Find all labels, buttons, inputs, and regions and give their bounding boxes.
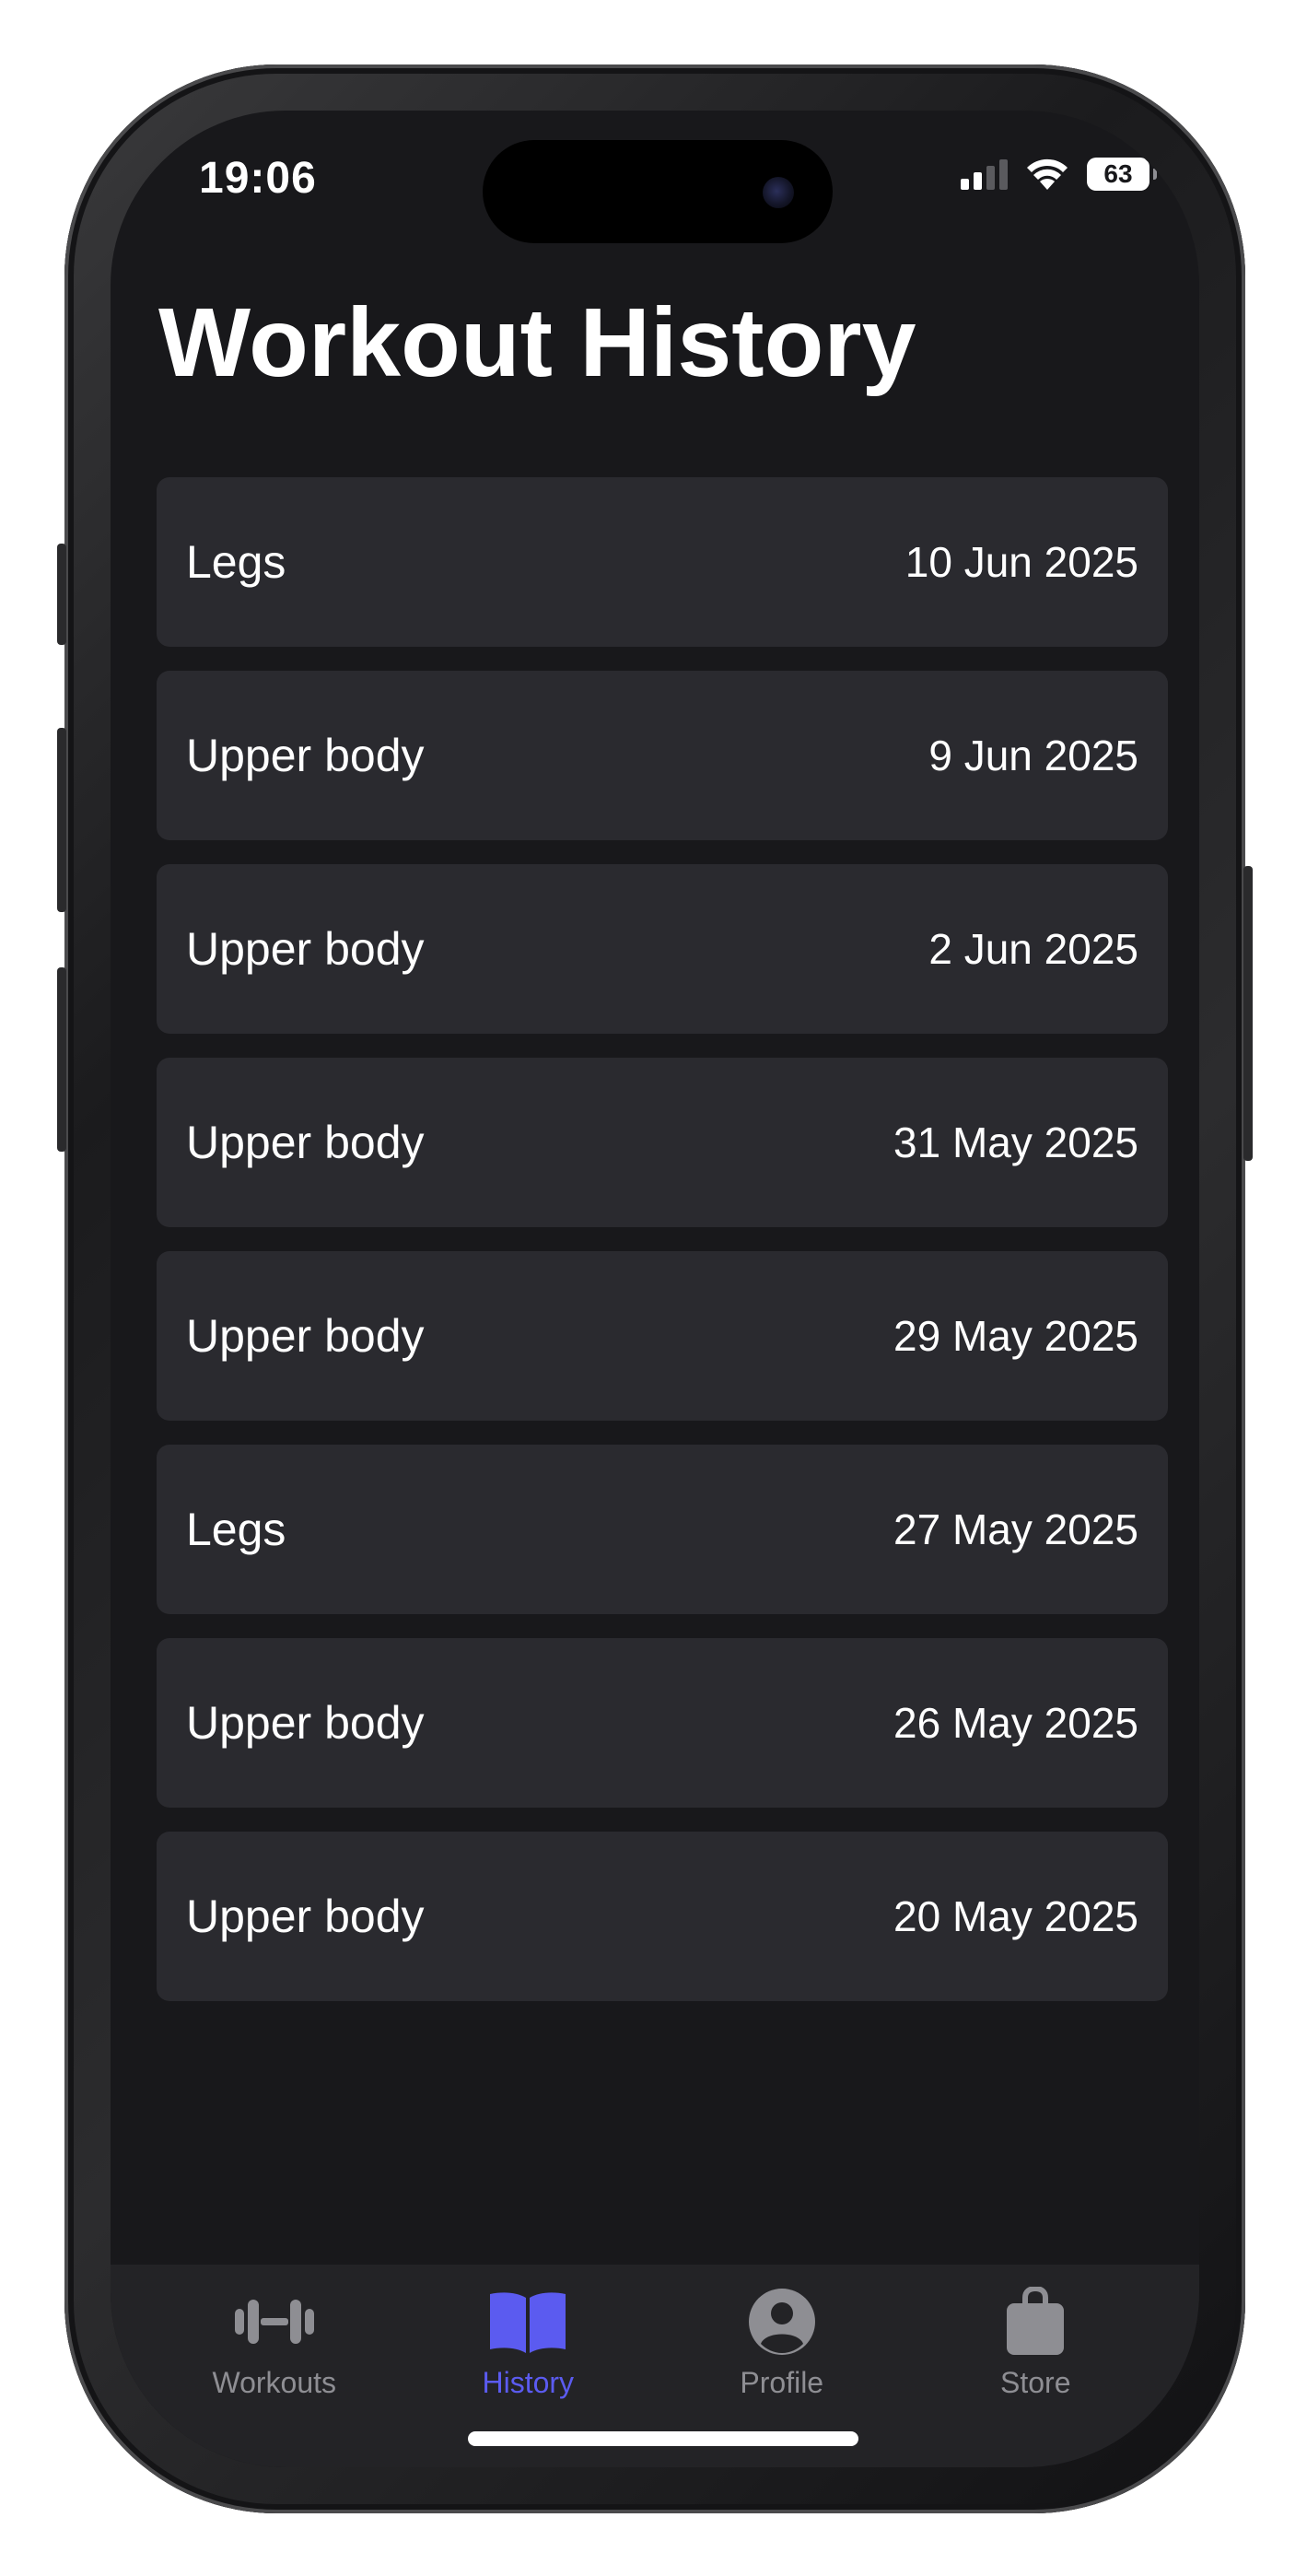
action-button: [57, 544, 66, 645]
workout-history-list: Legs 10 Jun 2025 Upper body 9 Jun 2025 U…: [157, 477, 1168, 2001]
workout-history-row[interactable]: Upper body 9 Jun 2025: [157, 671, 1168, 840]
tab-label: Store: [1000, 2366, 1071, 2399]
workout-name: Upper body: [186, 1117, 425, 1168]
volume-up-button: [57, 728, 66, 912]
status-indicators: 63: [961, 157, 1157, 192]
power-button: [1243, 866, 1253, 1161]
workout-date: 26 May 2025: [893, 1699, 1138, 1747]
dumbbell-icon: [233, 2285, 316, 2359]
dynamic-island: [483, 140, 833, 243]
front-camera-icon: [763, 177, 794, 208]
workout-history-row[interactable]: Upper body 31 May 2025: [157, 1058, 1168, 1227]
workout-date: 10 Jun 2025: [904, 538, 1138, 586]
status-bar: 19:06 63: [111, 111, 1199, 249]
workout-name: Upper body: [186, 730, 425, 781]
book-icon: [486, 2285, 569, 2359]
workout-date: 31 May 2025: [893, 1118, 1138, 1166]
battery-level: 63: [1103, 159, 1133, 188]
workout-history-row[interactable]: Upper body 26 May 2025: [157, 1638, 1168, 1808]
workout-history-row[interactable]: Upper body 29 May 2025: [157, 1251, 1168, 1421]
workout-name: Upper body: [186, 923, 425, 975]
workout-date: 27 May 2025: [893, 1505, 1138, 1553]
status-time: 19:06: [199, 154, 317, 203]
workout-date: 20 May 2025: [893, 1892, 1138, 1940]
home-indicator[interactable]: [468, 2431, 858, 2446]
workout-date: 29 May 2025: [893, 1312, 1138, 1360]
cellular-signal-icon: [961, 158, 1008, 190]
workout-date: 2 Jun 2025: [928, 925, 1138, 973]
workout-name: Upper body: [186, 1310, 425, 1362]
workout-name: Upper body: [186, 1697, 425, 1749]
wifi-icon: [1027, 158, 1068, 190]
workout-history-row[interactable]: Upper body 20 May 2025: [157, 1832, 1168, 2001]
tab-store[interactable]: Store: [934, 2265, 1137, 2467]
workout-history-row[interactable]: Legs 27 May 2025: [157, 1445, 1168, 1614]
tab-label: Workouts: [212, 2366, 337, 2399]
workout-date: 9 Jun 2025: [928, 732, 1138, 779]
volume-down-button: [57, 967, 66, 1152]
workout-name: Legs: [186, 1504, 286, 1555]
workout-name: Upper body: [186, 1891, 425, 1942]
tab-label: Profile: [740, 2366, 824, 2399]
app-screen: 19:06 63 Workout History Legs 10 Jun 202…: [111, 111, 1199, 2467]
tab-label: History: [482, 2366, 575, 2399]
battery-icon: 63: [1087, 158, 1157, 191]
workout-history-row[interactable]: Upper body 2 Jun 2025: [157, 864, 1168, 1034]
workout-history-row[interactable]: Legs 10 Jun 2025: [157, 477, 1168, 647]
tab-workouts[interactable]: Workouts: [173, 2265, 376, 2467]
person-circle-icon: [741, 2285, 823, 2359]
page-title: Workout History: [158, 288, 916, 397]
workout-name: Legs: [186, 536, 286, 588]
shopping-bag-icon: [994, 2285, 1077, 2359]
